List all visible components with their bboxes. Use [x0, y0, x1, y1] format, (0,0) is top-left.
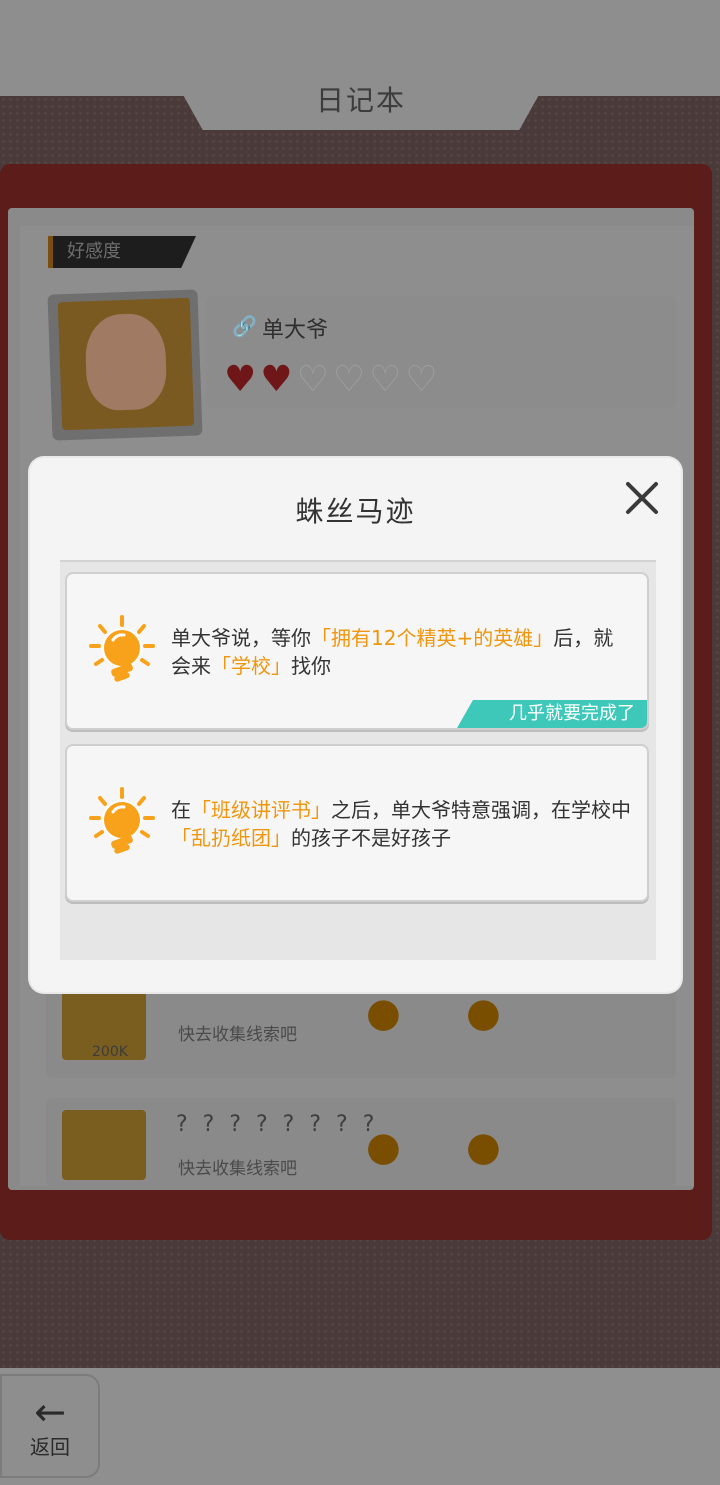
npc-portrait[interactable]	[47, 289, 203, 441]
dialog-title: 蛛丝马迹	[295, 495, 416, 528]
heart-empty-icon: ♡	[405, 359, 438, 400]
page-title-tab: 日记本	[168, 68, 554, 130]
clue-keyword: 「拥有12个精英+的英雄」	[311, 626, 554, 650]
favor-label: 好感度	[48, 236, 196, 268]
close-button[interactable]	[620, 476, 664, 520]
clue-dialog: 蛛丝马迹 单大爷说，等你「拥有12个精英+的英雄」后，就会来「学校」找你 几乎就…	[30, 458, 681, 992]
clue-text-segment: 在	[171, 798, 191, 822]
npc-avatar	[57, 297, 195, 431]
clue-row-value: 200K	[92, 1044, 128, 1060]
clue-keyword: 「学校」	[211, 654, 291, 678]
heart-filled-icon: ♥	[260, 359, 293, 400]
clue-card[interactable]: 在「班级讲评书」之后，单大爷特意强调，在学校中「乱扔纸团」的孩子不是好孩子	[65, 744, 649, 902]
clue-row-hint: 快去收集线索吧	[178, 1025, 297, 1045]
clue-text-segment: 之后，单大爷特意强调，在学校中	[331, 798, 631, 822]
close-icon	[626, 482, 658, 514]
clue-row-hint: 快去收集线索吧	[178, 1159, 297, 1179]
back-button-label: 返回	[30, 1434, 70, 1459]
heart-empty-icon: ♡	[296, 359, 329, 400]
npc-name: 单大爷	[262, 318, 329, 343]
lightbulb-icon	[89, 615, 155, 682]
back-button[interactable]: ← 返回	[0, 1374, 100, 1478]
lightbulb-icon: ●	[366, 1124, 401, 1170]
clue-row-question: ? ? ? ? ? ? ? ?	[176, 1112, 379, 1137]
clue-text-segment: 单大爷说，等你	[171, 626, 311, 650]
clue-text: 单大爷说，等你「拥有12个精英+的英雄」后，就会来「学校」找你	[171, 624, 631, 680]
clue-keyword: 「乱扔纸团」	[171, 826, 291, 850]
lightbulb-icon: ●	[466, 990, 501, 1036]
clue-card[interactable]: 单大爷说，等你「拥有12个精英+的英雄」后，就会来「学校」找你 几乎就要完成了	[65, 572, 649, 730]
heart-empty-icon: ♡	[369, 359, 402, 400]
favor-label-text: 好感度	[67, 241, 121, 262]
clue-keyword: 「班级讲评书」	[191, 798, 331, 822]
clue-row-thumbnail	[62, 1110, 146, 1180]
link-icon: 🔗	[232, 314, 257, 338]
progress-badge: 几乎就要完成了	[457, 700, 647, 728]
clue-list[interactable]: 单大爷说，等你「拥有12个精英+的英雄」后，就会来「学校」找你 几乎就要完成了	[60, 560, 656, 960]
clue-text-segment: 的孩子不是好孩子	[291, 826, 451, 850]
clue-text: 在「班级讲评书」之后，单大爷特意强调，在学校中「乱扔纸团」的孩子不是好孩子	[171, 796, 631, 852]
favor-hearts: ♥ ♥ ♡ ♡ ♡ ♡	[224, 360, 438, 400]
lightbulb-icon: ●	[366, 990, 401, 1036]
back-arrow-icon: ←	[34, 1389, 66, 1434]
lightbulb-icon: ●	[466, 1124, 501, 1170]
lightbulb-icon	[89, 787, 155, 854]
heart-empty-icon: ♡	[332, 359, 366, 400]
heart-filled-icon: ♥	[224, 359, 257, 400]
page-title: 日记本	[315, 84, 406, 117]
clue-text-segment: 找你	[291, 654, 331, 678]
bottom-bar	[0, 1368, 720, 1485]
